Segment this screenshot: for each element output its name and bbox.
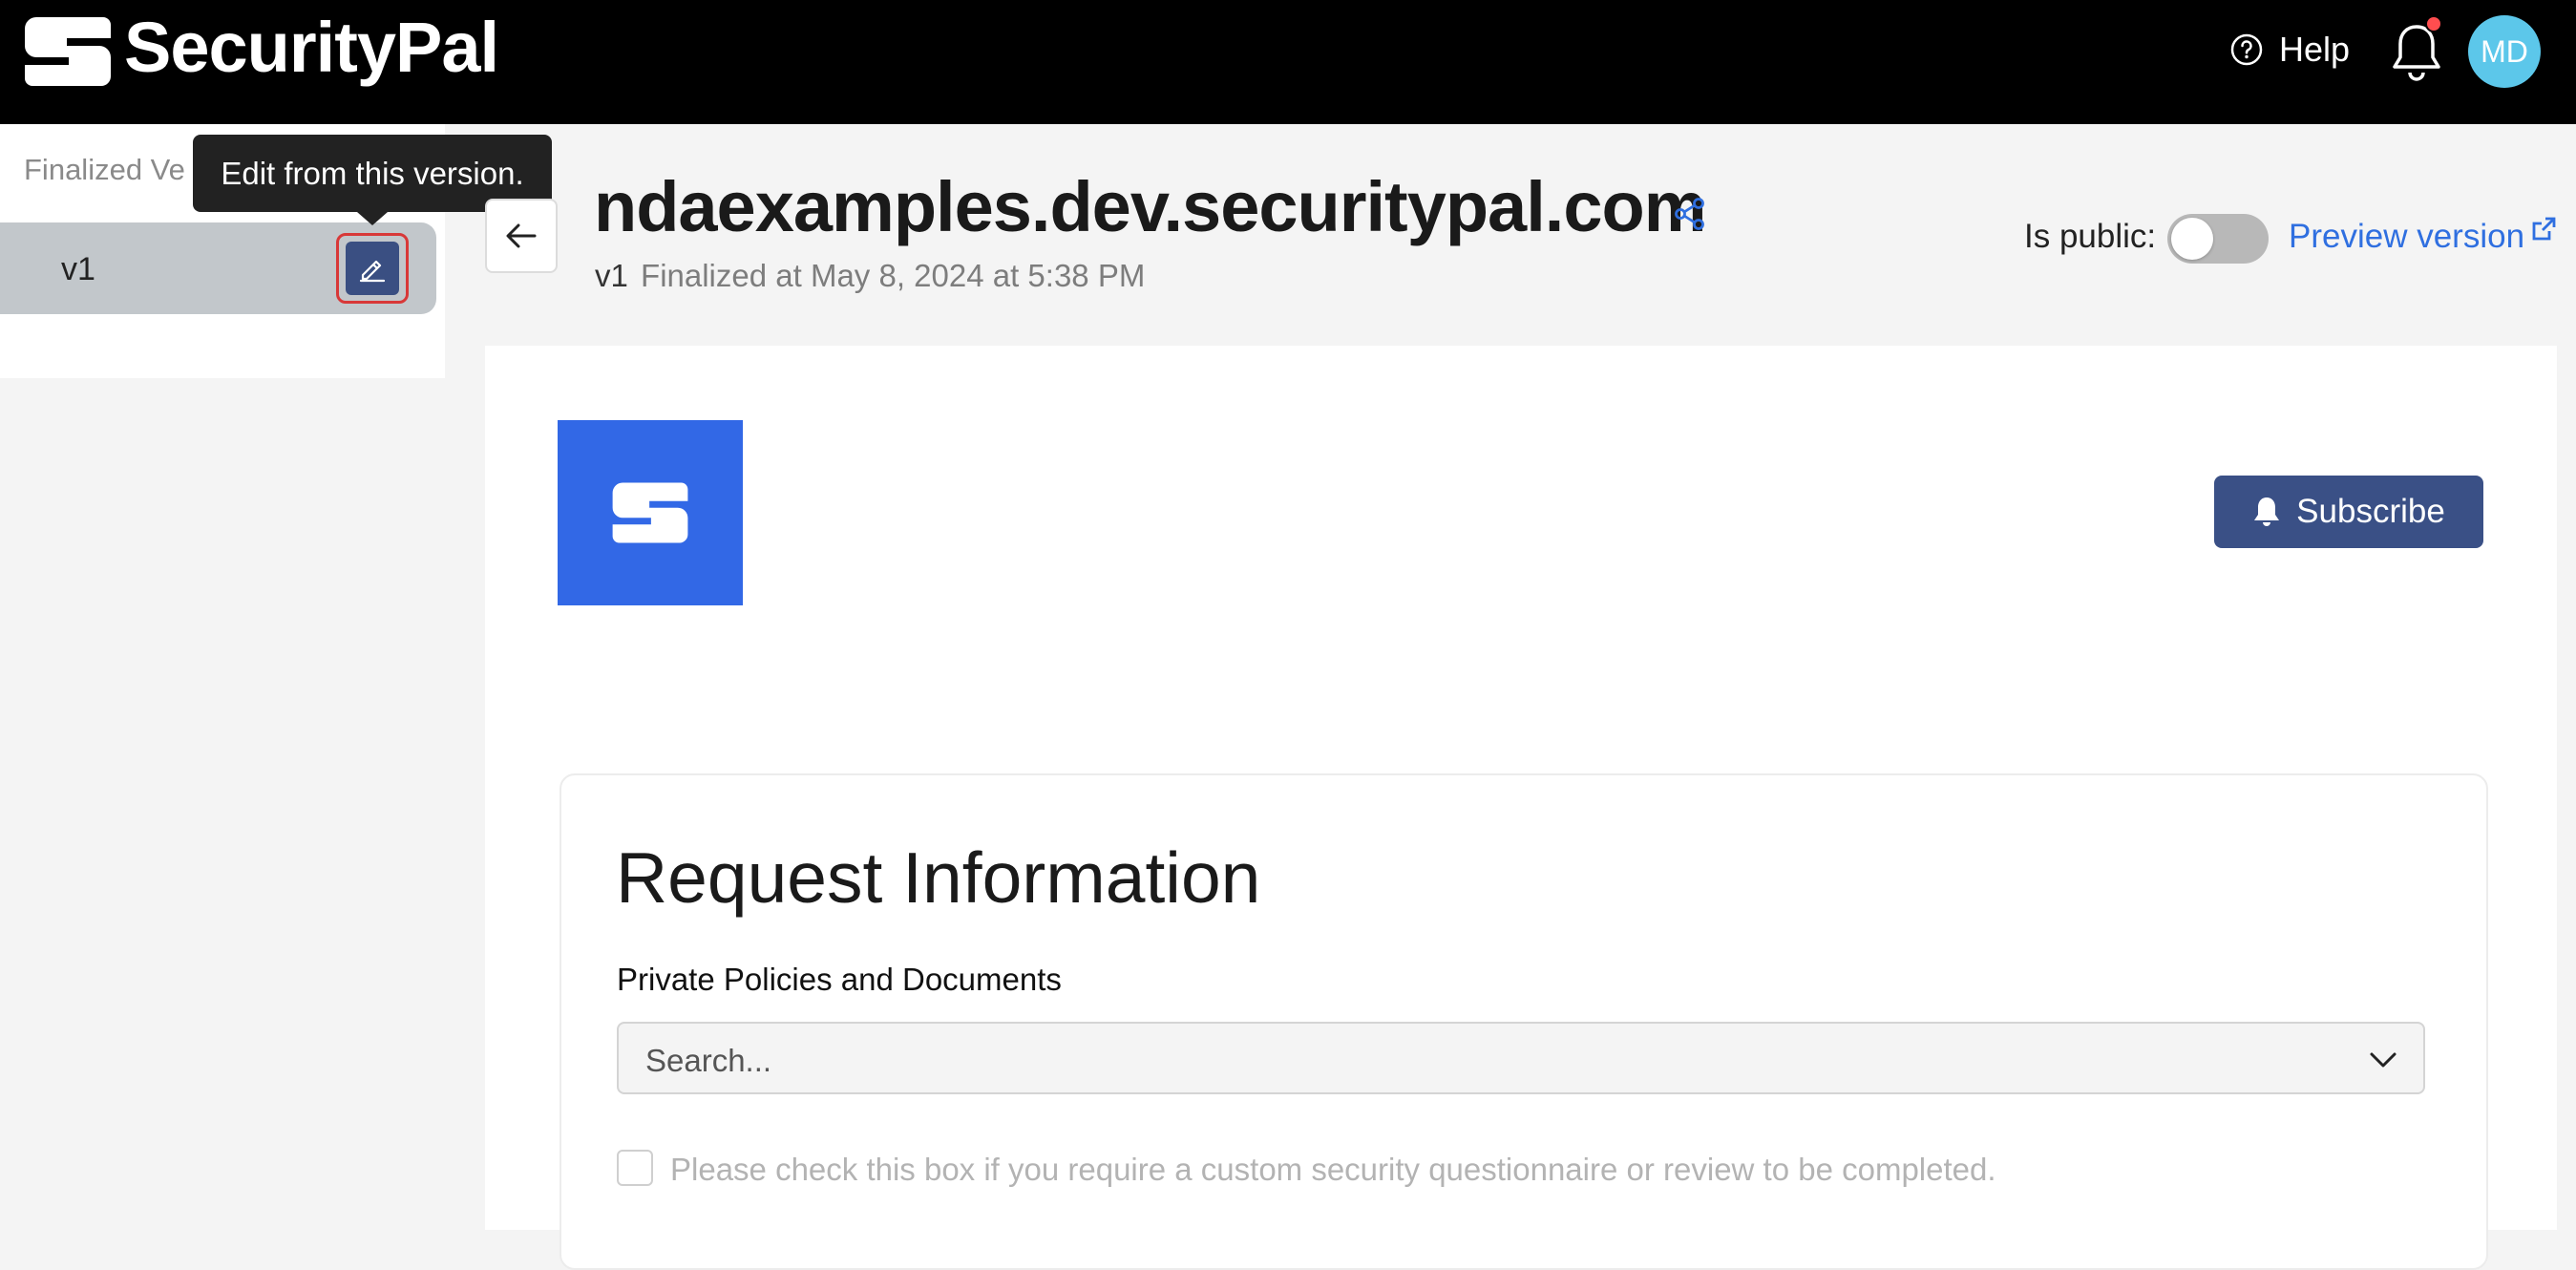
help-label: Help: [2279, 30, 2351, 69]
subscribe-button[interactable]: Subscribe: [2214, 476, 2483, 548]
finalized-date: Finalized at May 8, 2024 at 5:38 PM: [641, 258, 1146, 293]
share-icon[interactable]: [1673, 197, 1707, 231]
chevron-down-icon[interactable]: [2368, 1047, 2398, 1073]
company-logo: [558, 420, 743, 605]
search-placeholder: Search...: [645, 1043, 772, 1078]
preview-version-label: Preview version: [2289, 218, 2525, 255]
pencil-icon: [359, 260, 386, 283]
notifications-button[interactable]: [2389, 15, 2444, 82]
question-circle-icon: [2230, 33, 2263, 66]
edit-button-highlight: [336, 233, 409, 304]
brand[interactable]: [23, 13, 113, 90]
external-link-icon: [2532, 217, 2556, 241]
securitypal-logo-icon: [25, 17, 111, 86]
help-link[interactable]: Help: [2229, 31, 2350, 69]
subscribe-label: Subscribe: [2296, 493, 2445, 530]
private-policies-label: Private Policies and Documents: [617, 962, 1062, 997]
brand-name: SecurityPal: [124, 8, 499, 87]
back-button[interactable]: [485, 199, 558, 273]
custom-questionnaire-label: Please check this box if you require a c…: [670, 1152, 1996, 1187]
documents-search-select[interactable]: Search...: [617, 1022, 2425, 1094]
sidebar-title: Finalized Ve: [24, 153, 185, 186]
preview-version-link[interactable]: Preview version: [2289, 217, 2557, 256]
version-item-v1[interactable]: v1: [0, 222, 436, 314]
top-navigation-bar: SecurityPal Help MD: [0, 0, 2576, 124]
toggle-knob: [2171, 218, 2213, 260]
card-title: Request Information: [616, 837, 1261, 918]
notification-badge: [2425, 15, 2442, 32]
avatar[interactable]: MD: [2468, 15, 2541, 88]
request-information-card: Request Information Private Policies and…: [560, 773, 2488, 1270]
edit-version-button[interactable]: [346, 242, 399, 295]
version-subtitle: v1 Finalized at May 8, 2024 at 5:38 PM: [595, 258, 1145, 294]
securitypal-logo-icon: [612, 482, 688, 543]
is-public-label: Is public:: [2024, 218, 2157, 255]
version-number: v1: [595, 258, 628, 293]
custom-questionnaire-checkbox[interactable]: [617, 1150, 653, 1186]
is-public-toggle[interactable]: [2167, 214, 2269, 264]
bell-icon: [2254, 497, 2280, 526]
version-label: v1: [61, 251, 95, 287]
page-title: ndaexamples.dev.securitypal.com: [594, 167, 1706, 246]
trust-page-preview: Subscribe Request Information Private Po…: [485, 346, 2557, 1270]
arrow-left-icon: [506, 223, 537, 248]
